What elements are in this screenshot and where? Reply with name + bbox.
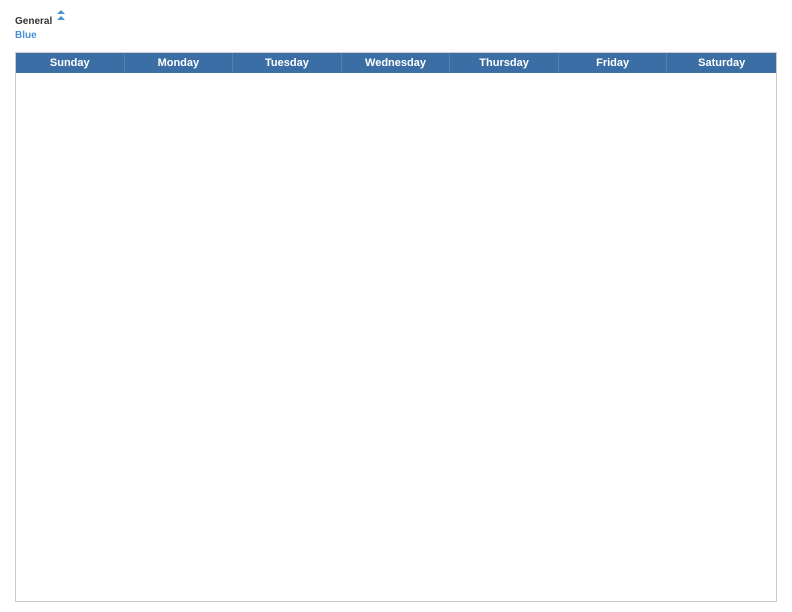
header-day-friday: Friday bbox=[559, 53, 668, 73]
calendar: SundayMondayTuesdayWednesdayThursdayFrid… bbox=[15, 52, 777, 602]
calendar-header: SundayMondayTuesdayWednesdayThursdayFrid… bbox=[16, 53, 776, 73]
svg-text:Blue: Blue bbox=[15, 30, 37, 41]
header-day-wednesday: Wednesday bbox=[342, 53, 451, 73]
header-day-sunday: Sunday bbox=[16, 53, 125, 73]
header-day-monday: Monday bbox=[125, 53, 234, 73]
logo: General Blue bbox=[15, 10, 65, 46]
logo-svg: General Blue bbox=[15, 10, 65, 46]
header-day-thursday: Thursday bbox=[450, 53, 559, 73]
header-day-tuesday: Tuesday bbox=[233, 53, 342, 73]
calendar-body bbox=[16, 73, 776, 601]
page-header: General Blue bbox=[15, 10, 777, 46]
header-day-saturday: Saturday bbox=[667, 53, 776, 73]
svg-text:General: General bbox=[15, 16, 52, 27]
